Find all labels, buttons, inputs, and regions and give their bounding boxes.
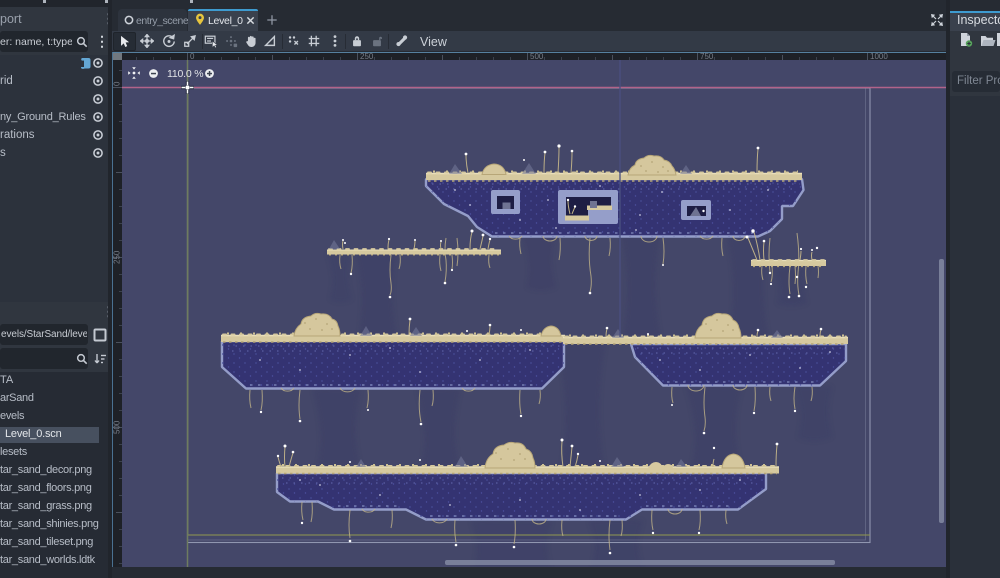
svg-text:500: 500 <box>113 420 122 434</box>
svg-text:750: 750 <box>700 52 714 60</box>
svg-text:250: 250 <box>360 52 374 60</box>
svg-text:0: 0 <box>190 52 195 60</box>
svg-text:0: 0 <box>113 81 122 86</box>
svg-text:250: 250 <box>113 250 122 264</box>
svg-text:1000: 1000 <box>870 52 888 60</box>
svg-text:500: 500 <box>530 52 544 60</box>
